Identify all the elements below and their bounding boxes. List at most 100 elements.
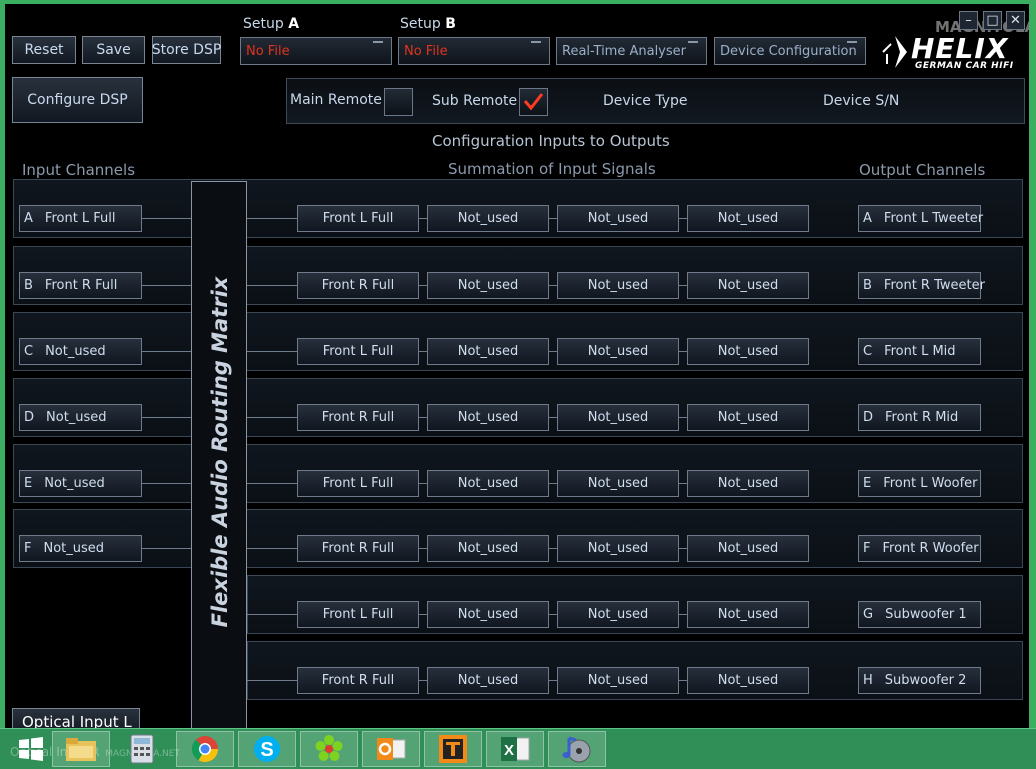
output-channel-h[interactable]: H Subwoofer 2	[858, 667, 981, 694]
outlook-glyph	[377, 738, 406, 760]
store-dsp-button[interactable]: Store DSP	[152, 36, 221, 64]
helix-tagline: GERMAN CAR HIFI	[915, 61, 1014, 71]
setup-b-dropdown[interactable]: No File	[398, 37, 550, 65]
skype-icon[interactable]: S	[238, 731, 296, 767]
maximize-icon[interactable]: □	[983, 11, 1002, 30]
input-connector-line	[141, 548, 193, 549]
setup-a-text: Setup	[243, 16, 284, 32]
output-channel-a[interactable]: A Front L Tweeter	[858, 205, 984, 232]
icq-icon[interactable]	[300, 731, 358, 767]
input-channel-letter: A	[24, 211, 33, 226]
input-channel-a[interactable]: A Front L Full	[19, 205, 142, 232]
summation-slot[interactable]: Not_used	[557, 535, 679, 562]
summation-slot[interactable]: Not_used	[687, 272, 809, 299]
summation-slot[interactable]: Front L Full	[297, 601, 419, 628]
main-remote-checkbox[interactable]	[384, 88, 413, 116]
summation-slot[interactable]: Not_used	[427, 205, 549, 232]
device-type-label: Device Type	[603, 93, 688, 109]
summation-slot[interactable]: Not_used	[557, 667, 679, 694]
outlook-icon[interactable]	[362, 731, 420, 767]
setup-a-dropdown[interactable]: No File	[240, 37, 392, 65]
sub-remote-checkbox[interactable]	[519, 88, 548, 116]
optical-input-l-button[interactable]: Optical Input L	[12, 708, 140, 728]
input-channels-title: Input Channels	[22, 161, 136, 179]
output-channel-letter: H	[863, 673, 873, 688]
routing-matrix[interactable]: Flexible Audio Routing Matrix	[191, 181, 247, 728]
input-channel-d[interactable]: D Not_used	[19, 404, 142, 431]
app-window: Reset Save Store DSP Setup A No File Set…	[5, 4, 1029, 728]
summation-slot[interactable]: Front R Full	[297, 404, 419, 431]
summation-slot[interactable]: Not_used	[427, 601, 549, 628]
calculator-glyph	[130, 734, 154, 764]
summation-connector-line	[247, 285, 299, 286]
summation-slot[interactable]: Not_used	[427, 338, 549, 365]
summation-slot[interactable]: Not_used	[557, 601, 679, 628]
summation-slot[interactable]: Not_used	[427, 667, 549, 694]
file-explorer-icon[interactable]	[52, 731, 110, 767]
summation-slot[interactable]: Not_used	[687, 667, 809, 694]
summation-slot[interactable]: Front L Full	[297, 470, 419, 497]
input-channel-name: Front R Full	[44, 278, 118, 293]
calculator-icon[interactable]	[113, 731, 171, 767]
output-channel-b[interactable]: B Front R Tweeter	[858, 272, 985, 299]
summation-slot[interactable]: Not_used	[427, 535, 549, 562]
output-channel-f[interactable]: F Front R Woofer	[858, 535, 981, 562]
output-channel-name: Front L Mid	[884, 344, 956, 359]
close-icon[interactable]: ✕	[1006, 11, 1025, 30]
folder-glyph	[66, 738, 96, 761]
save-button[interactable]: Save	[82, 36, 145, 64]
summation-slot[interactable]: Not_used	[557, 338, 679, 365]
input-channel-e[interactable]: E Not_used	[19, 470, 142, 497]
summation-slot[interactable]: Not_used	[687, 404, 809, 431]
minimize-icon[interactable]: –	[959, 11, 978, 30]
summation-slot[interactable]: Front R Full	[297, 667, 419, 694]
summation-slot[interactable]: Not_used	[557, 205, 679, 232]
summation-slot[interactable]: Front L Full	[297, 338, 419, 365]
input-channel-f[interactable]: F Not_used	[19, 535, 142, 562]
summation-slot[interactable]: Front L Full	[297, 205, 419, 232]
output-channel-letter: D	[863, 410, 874, 425]
real-time-analyser-menu[interactable]: Real-Time Analyser	[556, 37, 707, 65]
summation-slot[interactable]: Not_used	[687, 205, 809, 232]
summation-slot[interactable]: Not_used	[557, 404, 679, 431]
summation-slot[interactable]: Not_used	[427, 404, 549, 431]
config-title: Configuration Inputs to Outputs	[432, 132, 670, 150]
t-app-icon[interactable]	[424, 731, 482, 767]
input-connector-line	[141, 351, 193, 352]
output-channel-e[interactable]: E Front L Woofer	[858, 470, 981, 497]
summation-slot[interactable]: Front R Full	[297, 272, 419, 299]
input-channel-name: Not_used	[46, 410, 107, 425]
device-sn-label: Device S/N	[823, 93, 900, 109]
summation-slot[interactable]: Front R Full	[297, 535, 419, 562]
summation-slot[interactable]: Not_used	[687, 470, 809, 497]
output-channel-d[interactable]: D Front R Mid	[858, 404, 981, 431]
windows-logo	[19, 737, 43, 761]
summation-connector-line	[247, 417, 299, 418]
reset-button[interactable]: Reset	[12, 36, 76, 64]
input-channel-c[interactable]: C Not_used	[19, 338, 142, 365]
summation-connector-line	[247, 548, 299, 549]
input-connector-line	[141, 483, 193, 484]
summation-slot[interactable]: Not_used	[427, 470, 549, 497]
summation-slot[interactable]: Not_used	[427, 272, 549, 299]
output-channel-name: Front L Tweeter	[883, 211, 984, 226]
summation-slot[interactable]: Not_used	[687, 338, 809, 365]
excel-icon[interactable]: X	[486, 731, 544, 767]
summation-slot[interactable]: Not_used	[687, 601, 809, 628]
output-channel-letter: G	[863, 607, 874, 622]
output-channel-c[interactable]: C Front L Mid	[858, 338, 981, 365]
input-channel-letter: D	[24, 410, 35, 425]
input-channel-letter: E	[24, 476, 33, 491]
media-app-icon[interactable]	[548, 731, 606, 767]
input-channel-b[interactable]: B Front R Full	[19, 272, 142, 299]
setup-b-label: Setup B	[400, 16, 456, 32]
output-channel-g[interactable]: G Subwoofer 1	[858, 601, 981, 628]
summation-slot[interactable]: Not_used	[557, 470, 679, 497]
summation-slot[interactable]: Not_used	[557, 272, 679, 299]
input-channel-name: Not_used	[43, 541, 105, 556]
chrome-icon[interactable]	[176, 731, 234, 767]
summation-slot[interactable]: Not_used	[687, 535, 809, 562]
configure-dsp-button[interactable]: Configure DSP	[12, 77, 143, 123]
output-channels-title: Output Channels	[859, 161, 986, 179]
device-configuration-menu[interactable]: Device Configuration	[714, 37, 866, 65]
